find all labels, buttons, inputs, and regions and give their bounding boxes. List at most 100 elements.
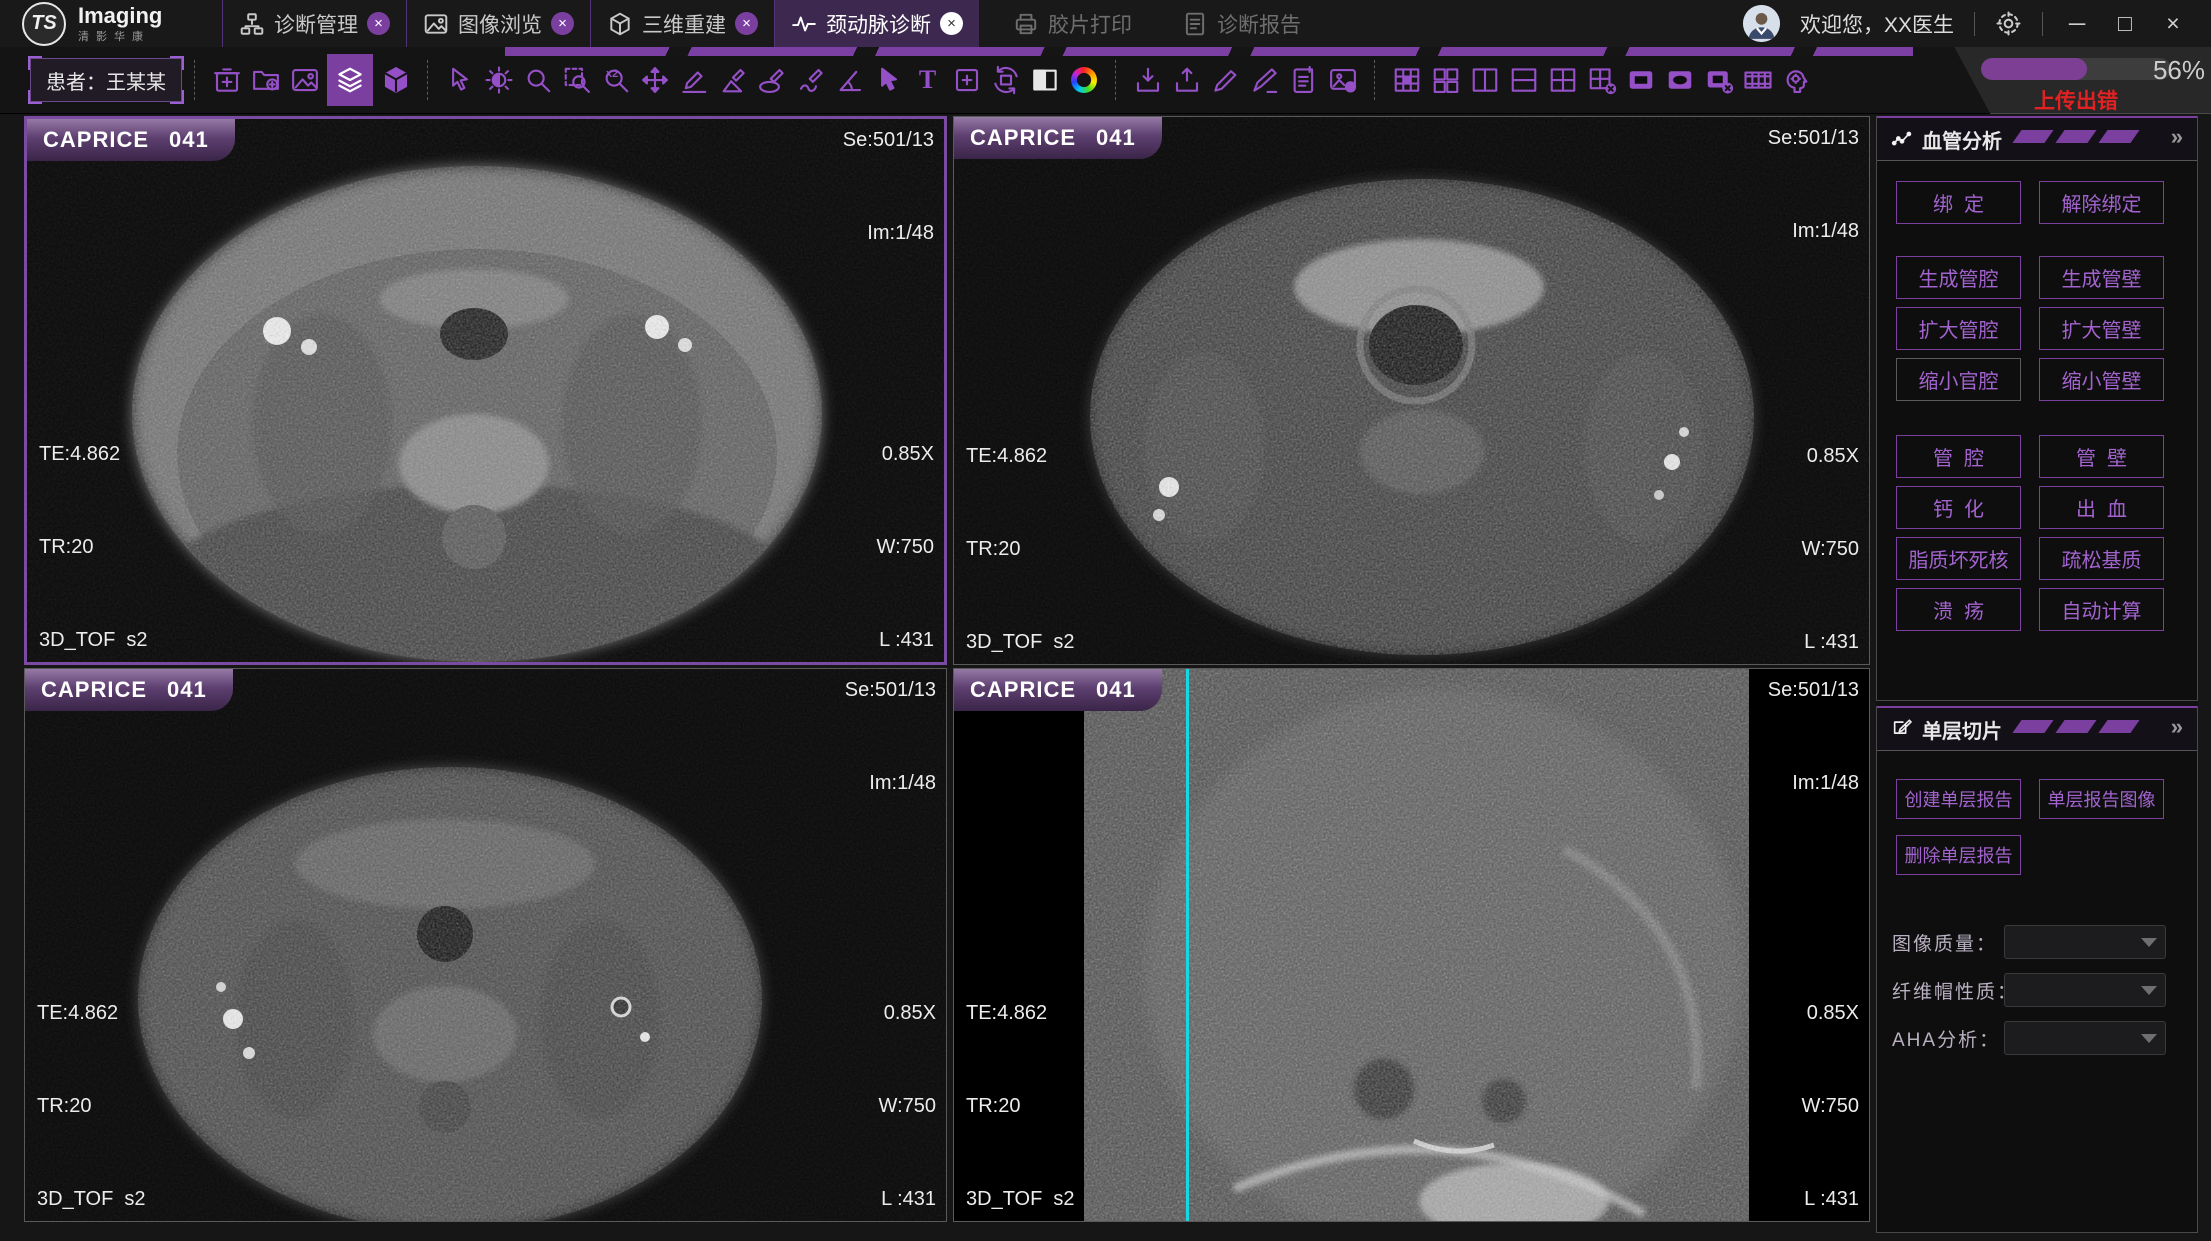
generate-lumen-button[interactable]: 生成管腔 bbox=[1896, 256, 2021, 299]
rotate-button[interactable] bbox=[989, 64, 1022, 97]
shrink-lumen-button[interactable]: 缩小官腔 bbox=[1896, 358, 2021, 401]
open-study-button[interactable] bbox=[249, 64, 282, 97]
te-value: TE:4.862 bbox=[966, 441, 1075, 472]
ellipse-overlay-button[interactable] bbox=[1663, 64, 1696, 97]
viewport-3[interactable]: CAPRICE 041 Se:501/13 Im:1/48 TE:4.862 T… bbox=[24, 668, 947, 1222]
viewport-1[interactable]: CAPRICE 041 Se:501/13 Im:1/48 TE:4.862 T… bbox=[24, 116, 947, 665]
brush-button[interactable] bbox=[1209, 64, 1242, 97]
expand-wall-button[interactable]: 扩大管壁 bbox=[2039, 307, 2164, 350]
aha-analysis-select[interactable] bbox=[2004, 1021, 2166, 1055]
close-tab-icon[interactable]: × bbox=[551, 12, 574, 35]
image-icon bbox=[423, 11, 449, 37]
quad-layout-alt-button[interactable] bbox=[1546, 64, 1579, 97]
window-level-button[interactable] bbox=[482, 64, 515, 97]
vertical-split-button[interactable] bbox=[1468, 64, 1501, 97]
measure-polygon-button[interactable] bbox=[716, 64, 749, 97]
tab-diagnosis-report[interactable]: 诊断报告 bbox=[1166, 0, 1317, 47]
hemorrhage-button[interactable]: 出 血 bbox=[2039, 486, 2164, 529]
tab-film-print[interactable]: 胶片打印 bbox=[997, 0, 1148, 47]
collapse-panel-icon[interactable]: » bbox=[2171, 124, 2183, 150]
measure-freehand-button[interactable] bbox=[794, 64, 827, 97]
window-width: W:750 bbox=[877, 532, 934, 563]
slice-report-image-button[interactable]: 单层报告图像 bbox=[2039, 779, 2164, 819]
pointer-tool-button[interactable] bbox=[872, 64, 905, 97]
tab-carotid-diagnosis[interactable]: 颈动脉诊断 × bbox=[775, 0, 979, 47]
viewport-series-tab[interactable]: CAPRICE 041 bbox=[954, 117, 1162, 159]
reference-line[interactable] bbox=[1186, 669, 1189, 1221]
settings-gear-icon[interactable] bbox=[1995, 10, 2022, 37]
viewport-series-tab[interactable]: CAPRICE 041 bbox=[954, 669, 1162, 711]
tab-label: 胶片打印 bbox=[1048, 9, 1132, 39]
chevron-down-icon bbox=[2141, 986, 2157, 995]
minimize-button[interactable]: ─ bbox=[2063, 10, 2091, 37]
report-add-button[interactable] bbox=[1287, 64, 1320, 97]
zoom-factor: 0.85X bbox=[877, 439, 934, 470]
tab-3d-reconstruction[interactable]: 三维重建 × bbox=[590, 0, 775, 47]
upload-button[interactable] bbox=[1170, 64, 1203, 97]
ai-analysis-button[interactable] bbox=[1780, 64, 1813, 97]
calcification-button[interactable]: 钙 化 bbox=[1896, 486, 2021, 529]
rect-overlay-button[interactable] bbox=[1624, 64, 1657, 97]
shrink-wall-button[interactable]: 缩小管壁 bbox=[2039, 358, 2164, 401]
unbind-button[interactable]: 解除绑定 bbox=[2039, 181, 2164, 224]
bind-button[interactable]: 绑 定 bbox=[1896, 181, 2021, 224]
loose-matrix-button[interactable]: 疏松基质 bbox=[2039, 537, 2164, 580]
patient-name-field[interactable]: 患者：王某某 bbox=[30, 58, 182, 102]
ulcer-button[interactable]: 溃 疡 bbox=[1896, 588, 2021, 631]
viewport-series-tab[interactable]: CAPRICE 041 bbox=[27, 119, 235, 161]
layers-button[interactable] bbox=[327, 54, 373, 106]
viewport-2[interactable]: CAPRICE 041 Se:501/13 Im:1/48 TE:4.862 T… bbox=[953, 116, 1870, 665]
auto-calculate-button[interactable]: 自动计算 bbox=[2039, 588, 2164, 631]
remove-layout-button[interactable] bbox=[1585, 64, 1618, 97]
new-exam-button[interactable] bbox=[210, 64, 243, 97]
wall-button[interactable]: 管 壁 bbox=[2039, 435, 2164, 478]
delete-slice-report-button[interactable]: 删除单层报告 bbox=[1896, 835, 2021, 875]
close-tab-icon[interactable]: × bbox=[367, 12, 390, 35]
viewport-series-tab[interactable]: CAPRICE 041 bbox=[25, 669, 233, 711]
export-image-button[interactable] bbox=[1326, 64, 1359, 97]
download-button[interactable] bbox=[1131, 64, 1164, 97]
invert-button[interactable] bbox=[1028, 64, 1061, 97]
tab-label: 三维重建 bbox=[642, 9, 726, 39]
tab-image-browse[interactable]: 图像浏览 × bbox=[406, 0, 590, 47]
generate-wall-button[interactable]: 生成管壁 bbox=[2039, 256, 2164, 299]
image-gallery-button[interactable] bbox=[288, 64, 321, 97]
zoom-2x-button[interactable]: x2 bbox=[599, 64, 632, 97]
cube-3d-button[interactable] bbox=[379, 64, 412, 97]
lumen-button[interactable]: 管 腔 bbox=[1896, 435, 2021, 478]
pencil-polygon-icon bbox=[718, 65, 748, 95]
close-tab-icon[interactable]: × bbox=[735, 12, 758, 35]
viewport-4[interactable]: CAPRICE 041 Se:501/13 Im:1/48 TE:4.862 T… bbox=[953, 668, 1870, 1222]
horizontal-split-button[interactable] bbox=[1507, 64, 1540, 97]
color-map-button[interactable] bbox=[1067, 64, 1100, 97]
expand-lumen-button[interactable]: 扩大管腔 bbox=[1896, 307, 2021, 350]
create-slice-report-button[interactable]: 创建单层报告 bbox=[1896, 779, 2021, 819]
measure-ellipse-button[interactable] bbox=[755, 64, 788, 97]
close-tab-icon[interactable]: × bbox=[940, 12, 963, 35]
measure-line-button[interactable] bbox=[677, 64, 710, 97]
filmstrip-button[interactable] bbox=[1741, 64, 1774, 97]
sequence-name: 3D_TOF s2 bbox=[966, 1184, 1075, 1215]
text-annotation-button[interactable]: T bbox=[911, 64, 944, 97]
fibrous-cap-select[interactable] bbox=[2004, 973, 2166, 1007]
image-quality-select[interactable] bbox=[2004, 925, 2166, 959]
pan-tool-button[interactable] bbox=[638, 64, 671, 97]
cursor-tool-button[interactable] bbox=[443, 64, 476, 97]
pen-button[interactable] bbox=[1248, 64, 1281, 97]
grid-layout-button[interactable] bbox=[1390, 64, 1423, 97]
zoom-tool-button[interactable] bbox=[521, 64, 554, 97]
measure-angle-button[interactable] bbox=[833, 64, 866, 97]
quad-layout-button[interactable] bbox=[1429, 64, 1462, 97]
zoom-region-button[interactable] bbox=[560, 64, 593, 97]
close-window-button[interactable]: × bbox=[2159, 10, 2187, 37]
remove-overlay-button[interactable] bbox=[1702, 64, 1735, 97]
maximize-button[interactable]: □ bbox=[2111, 10, 2139, 37]
lipid-necrotic-core-button[interactable]: 脂质坏死核 bbox=[1896, 537, 2021, 580]
add-marker-button[interactable] bbox=[950, 64, 983, 97]
tr-value: TR:20 bbox=[37, 1091, 146, 1122]
collapse-panel-icon[interactable]: » bbox=[2171, 714, 2183, 740]
vessel-zigzag-icon bbox=[1891, 128, 1913, 150]
tab-diagnosis-management[interactable]: 诊断管理 × bbox=[222, 0, 406, 47]
toolbar-separator bbox=[1374, 60, 1375, 100]
user-avatar[interactable] bbox=[1743, 5, 1780, 42]
